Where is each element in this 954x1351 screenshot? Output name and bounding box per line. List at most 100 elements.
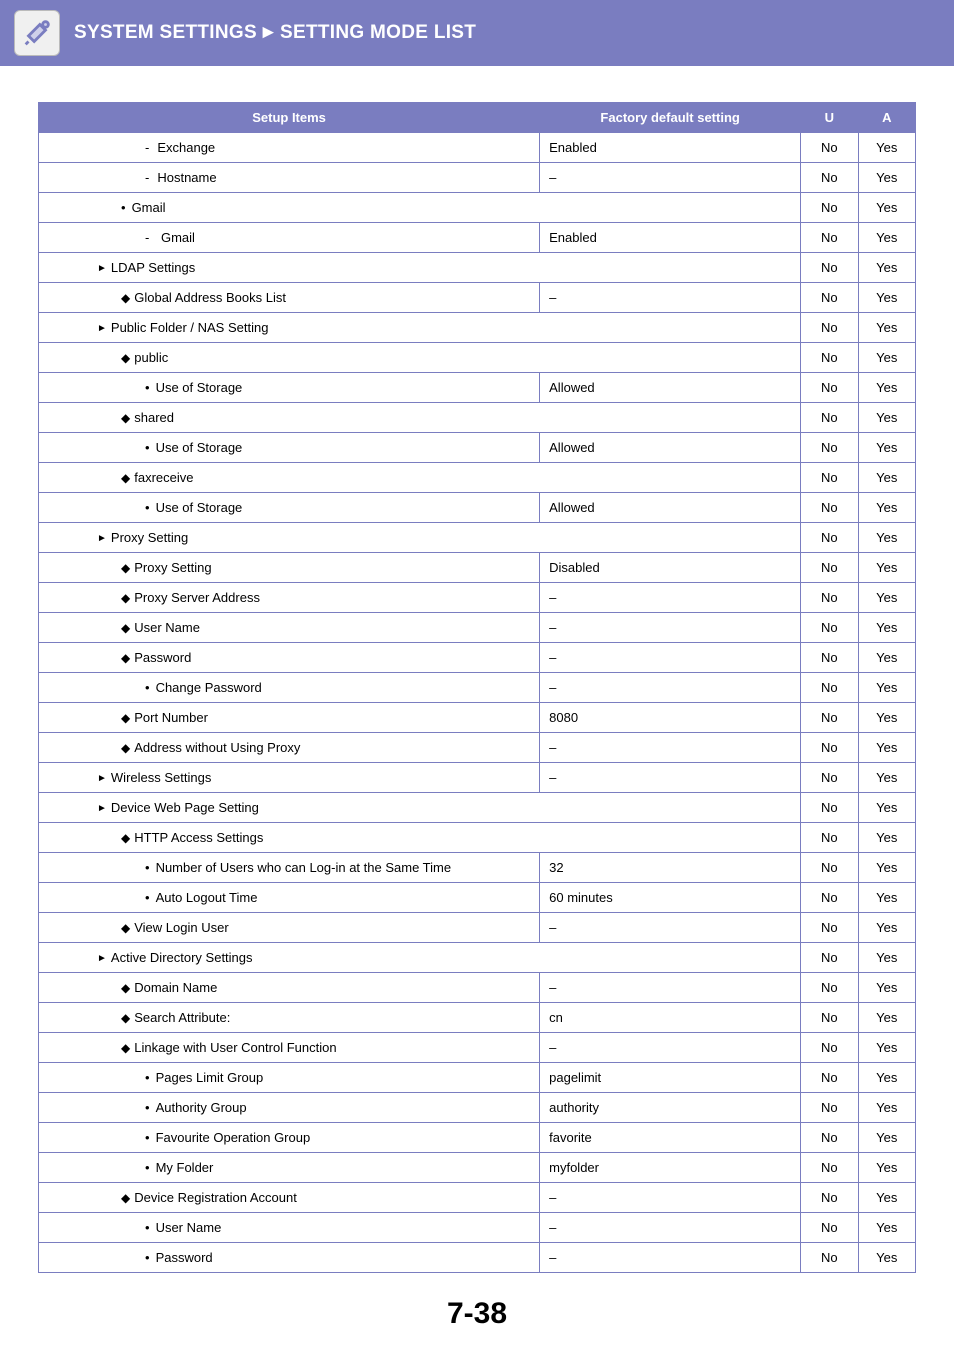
setup-item-cell: faxreceive — [39, 463, 801, 493]
a-cell: Yes — [858, 583, 915, 613]
a-cell: Yes — [858, 163, 915, 193]
a-cell: Yes — [858, 853, 915, 883]
tools-icon — [14, 10, 60, 56]
col-header-setup: Setup Items — [39, 103, 540, 133]
table-row: Pages Limit GrouppagelimitNoYes — [39, 1063, 916, 1093]
breadcrumb-separator-icon: ► — [259, 22, 278, 43]
a-cell: Yes — [858, 463, 915, 493]
u-cell: No — [801, 883, 858, 913]
table-row: Public Folder / NAS SettingNoYes — [39, 313, 916, 343]
a-cell: Yes — [858, 763, 915, 793]
table-row: Use of StorageAllowedNoYes — [39, 493, 916, 523]
setup-item-label: Proxy Setting — [97, 530, 188, 545]
setup-item-cell: Proxy Setting — [39, 523, 801, 553]
factory-default-cell: – — [540, 1243, 801, 1273]
u-cell: No — [801, 643, 858, 673]
setup-item-cell: My Folder — [39, 1153, 540, 1183]
factory-default-cell: – — [540, 583, 801, 613]
u-cell: No — [801, 703, 858, 733]
factory-default-cell: – — [540, 1033, 801, 1063]
a-cell: Yes — [858, 193, 915, 223]
u-cell: No — [801, 583, 858, 613]
setup-item-cell: Search Attribute: — [39, 1003, 540, 1033]
table-row: Proxy Server Address–NoYes — [39, 583, 916, 613]
a-cell: Yes — [858, 733, 915, 763]
factory-default-cell: myfolder — [540, 1153, 801, 1183]
factory-default-cell: 32 — [540, 853, 801, 883]
setup-item-label: Password — [121, 650, 191, 665]
u-cell: No — [801, 733, 858, 763]
u-cell: No — [801, 913, 858, 943]
setup-item-cell: Pages Limit Group — [39, 1063, 540, 1093]
table-row: Domain Name–NoYes — [39, 973, 916, 1003]
setup-item-cell: Number of Users who can Log-in at the Sa… — [39, 853, 540, 883]
u-cell: No — [801, 823, 858, 853]
u-cell: No — [801, 1183, 858, 1213]
table-row: Authority GroupauthorityNoYes — [39, 1093, 916, 1123]
a-cell: Yes — [858, 1123, 915, 1153]
a-cell: Yes — [858, 313, 915, 343]
setup-item-cell: Proxy Server Address — [39, 583, 540, 613]
content-area: Setup Items Factory default setting U A … — [0, 66, 954, 1351]
setup-item-cell: Auto Logout Time — [39, 883, 540, 913]
setup-item-label: Number of Users who can Log-in at the Sa… — [145, 860, 451, 875]
table-row: Linkage with User Control Function–NoYes — [39, 1033, 916, 1063]
setup-item-label: LDAP Settings — [97, 260, 195, 275]
table-row: ExchangeEnabledNoYes — [39, 133, 916, 163]
setup-item-label: Password — [145, 1250, 213, 1265]
u-cell: No — [801, 343, 858, 373]
page-number: 7-38 — [38, 1297, 916, 1331]
a-cell: Yes — [858, 1063, 915, 1093]
table-row: Address without Using Proxy–NoYes — [39, 733, 916, 763]
u-cell: No — [801, 1033, 858, 1063]
setup-item-label: Use of Storage — [145, 440, 242, 455]
table-row: Number of Users who can Log-in at the Sa… — [39, 853, 916, 883]
setup-item-label: faxreceive — [121, 470, 193, 485]
table-row: User Name–NoYes — [39, 613, 916, 643]
a-cell: Yes — [858, 883, 915, 913]
setup-item-label: public — [121, 350, 168, 365]
u-cell: No — [801, 223, 858, 253]
u-cell: No — [801, 763, 858, 793]
setup-item-label: Hostname — [145, 170, 217, 185]
table-row: Proxy SettingNoYes — [39, 523, 916, 553]
a-cell: Yes — [858, 1183, 915, 1213]
setup-item-label: Gmail — [145, 230, 195, 245]
a-cell: Yes — [858, 253, 915, 283]
u-cell: No — [801, 1123, 858, 1153]
table-row: GmailNoYes — [39, 193, 916, 223]
table-row: Auto Logout Time60 minutesNoYes — [39, 883, 916, 913]
table-row: Device Registration Account–NoYes — [39, 1183, 916, 1213]
u-cell: No — [801, 1213, 858, 1243]
setup-item-cell: Gmail — [39, 193, 801, 223]
factory-default-cell: – — [540, 643, 801, 673]
setup-item-cell: Device Web Page Setting — [39, 793, 801, 823]
setup-item-label: Device Registration Account — [121, 1190, 297, 1205]
u-cell: No — [801, 673, 858, 703]
setup-item-cell: View Login User — [39, 913, 540, 943]
table-row: Hostname–NoYes — [39, 163, 916, 193]
page-title: SYSTEM SETTINGS►SETTING MODE LIST — [74, 22, 476, 44]
setup-item-cell: Exchange — [39, 133, 540, 163]
setup-item-cell: Domain Name — [39, 973, 540, 1003]
table-row: Proxy SettingDisabledNoYes — [39, 553, 916, 583]
setup-item-cell: Authority Group — [39, 1093, 540, 1123]
a-cell: Yes — [858, 1093, 915, 1123]
u-cell: No — [801, 1153, 858, 1183]
setup-item-label: Linkage with User Control Function — [121, 1040, 337, 1055]
setup-item-cell: LDAP Settings — [39, 253, 801, 283]
setup-item-cell: Device Registration Account — [39, 1183, 540, 1213]
factory-default-cell: Allowed — [540, 373, 801, 403]
setup-item-label: View Login User — [121, 920, 229, 935]
factory-default-cell: – — [540, 973, 801, 1003]
setup-item-label: Wireless Settings — [97, 770, 211, 785]
u-cell: No — [801, 553, 858, 583]
table-row: Change Password–NoYes — [39, 673, 916, 703]
a-cell: Yes — [858, 703, 915, 733]
factory-default-cell: Enabled — [540, 133, 801, 163]
setup-item-cell: shared — [39, 403, 801, 433]
setup-item-cell: Hostname — [39, 163, 540, 193]
u-cell: No — [801, 853, 858, 883]
u-cell: No — [801, 313, 858, 343]
a-cell: Yes — [858, 1003, 915, 1033]
